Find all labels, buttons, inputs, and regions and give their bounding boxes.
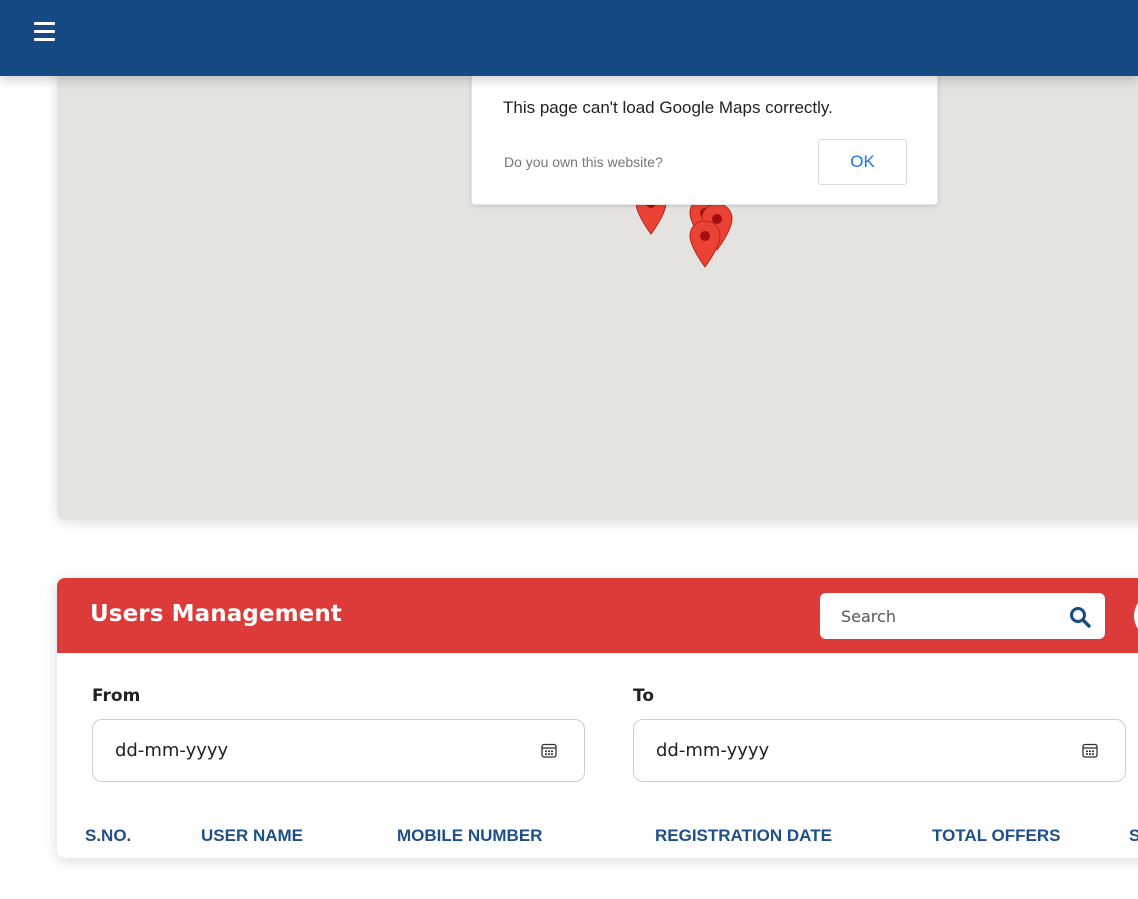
dialog-ok-button[interactable]: OK — [818, 139, 907, 185]
search-box — [820, 593, 1105, 639]
to-date-value: dd-mm-yyyy — [656, 740, 770, 761]
calendar-icon[interactable] — [541, 742, 557, 758]
to-date-input[interactable]: dd-mm-yyyy — [633, 719, 1126, 782]
column-header-user-name[interactable]: USER NAME — [201, 826, 303, 846]
column-header-mobile-number[interactable]: MOBILE NUMBER — [397, 826, 542, 846]
column-header-total-offers[interactable]: TOTAL OFFERS — [932, 826, 1060, 846]
users-management-card: Users Management From dd-mm-yyyy To dd-m… — [57, 578, 1138, 858]
column-header-sno[interactable]: S.NO. — [85, 826, 131, 846]
dialog-message: This page can't load Google Maps correct… — [503, 98, 833, 117]
hamburger-menu-icon[interactable] — [34, 22, 55, 41]
header-action-button[interactable] — [1134, 593, 1138, 639]
column-header-truncated[interactable]: S — [1129, 826, 1138, 846]
from-label: From — [92, 686, 141, 706]
from-date-value: dd-mm-yyyy — [115, 740, 229, 761]
section-title: Users Management — [90, 601, 342, 627]
dialog-question: Do you own this website? — [504, 154, 663, 170]
to-label: To — [633, 686, 655, 706]
search-icon[interactable] — [1069, 606, 1091, 628]
from-date-input[interactable]: dd-mm-yyyy — [92, 719, 585, 782]
users-management-header: Users Management — [57, 578, 1138, 653]
search-input[interactable] — [820, 593, 1060, 639]
map-marker-icon[interactable] — [688, 220, 722, 268]
calendar-icon[interactable] — [1082, 742, 1098, 758]
top-app-bar — [0, 0, 1138, 76]
maps-error-dialog: This page can't load Google Maps correct… — [471, 60, 938, 205]
column-header-registration-date[interactable]: REGISTRATION DATE — [655, 826, 832, 846]
